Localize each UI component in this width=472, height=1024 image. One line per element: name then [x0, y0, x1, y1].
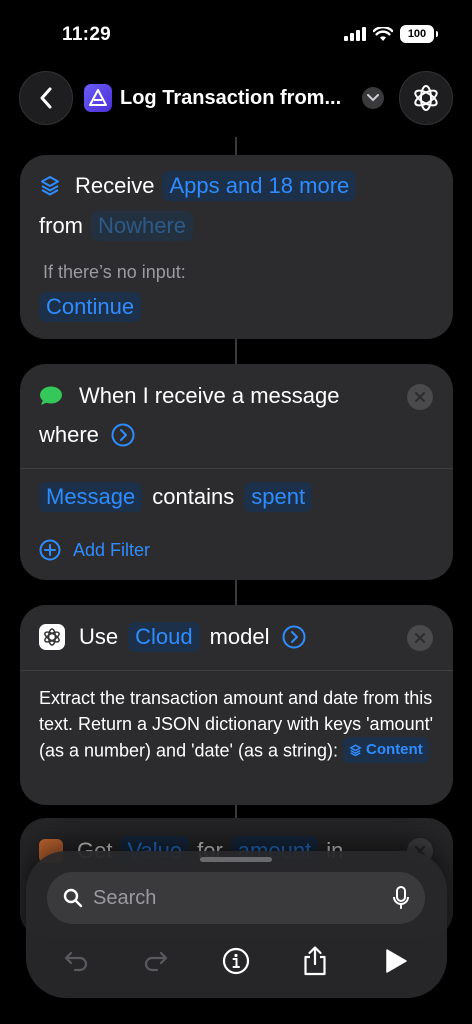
search-input[interactable] — [93, 886, 393, 910]
nav-bar: Log Transaction from... — [0, 70, 472, 126]
info-button[interactable] — [216, 941, 256, 981]
shortcut-title: Log Transaction from... — [120, 86, 342, 109]
shortcut-app-icon — [84, 84, 112, 112]
status-time: 11:29 — [62, 24, 112, 45]
info-icon — [222, 947, 250, 975]
apple-intelligence-icon — [414, 85, 438, 111]
chevron-right-circle-icon[interactable] — [282, 625, 306, 649]
status-bar: 11:29 100 — [0, 0, 472, 60]
prompt-text-field[interactable]: Extract the transaction amount and date … — [39, 685, 434, 764]
search-bar[interactable] — [47, 872, 425, 924]
microphone-icon[interactable] — [393, 886, 409, 910]
close-icon — [415, 633, 425, 643]
action-connector — [235, 580, 237, 605]
cellular-signal-icon — [344, 27, 366, 41]
remove-action-button[interactable] — [407, 384, 433, 410]
remove-action-button[interactable] — [407, 625, 433, 651]
battery-icon: 100 — [400, 25, 438, 43]
sheet-grabber[interactable] — [200, 857, 272, 862]
action-connector — [235, 137, 237, 155]
title-menu-chevron[interactable] — [362, 87, 384, 109]
status-indicators: 100 — [344, 25, 438, 43]
back-button[interactable] — [19, 71, 73, 125]
where-row: where — [39, 422, 135, 448]
no-input-action-token[interactable]: Continue — [39, 292, 142, 322]
input-source-token[interactable]: Nowhere — [91, 211, 194, 241]
content-token-label: Content — [366, 741, 423, 758]
play-icon — [386, 949, 407, 973]
undo-button[interactable] — [56, 941, 96, 981]
content-variable-token[interactable]: Content — [343, 737, 429, 763]
add-filter-button[interactable]: Add Filter — [39, 539, 150, 561]
chevron-right-circle-icon[interactable] — [111, 423, 135, 447]
receive-label: Receive — [75, 173, 155, 198]
message-filter-card: When I receive a message where Message c… — [20, 364, 453, 580]
card-divider — [20, 670, 453, 671]
apple-intelligence-icon — [44, 628, 60, 646]
shortcut-glyph-icon — [89, 89, 107, 106]
filter-operator[interactable]: contains — [152, 484, 234, 510]
filter-row: Message contains spent — [35, 482, 316, 512]
search-icon — [63, 888, 83, 908]
shortcuts-stack-icon — [349, 743, 362, 756]
trigger-text: When I receive a message — [79, 383, 340, 408]
redo-icon — [144, 951, 168, 972]
chevron-down-icon — [367, 94, 379, 102]
filter-field-token[interactable]: Message — [39, 482, 143, 512]
share-button[interactable] — [295, 941, 335, 981]
chevron-left-icon — [40, 87, 52, 109]
close-icon — [415, 392, 425, 402]
trigger-row: When I receive a message — [39, 383, 339, 409]
share-icon — [304, 946, 326, 976]
action-connector — [235, 339, 237, 364]
use-model-card: Use Cloud model Extract the transaction … — [20, 605, 453, 805]
receive-row: Receive Apps and 18 more — [39, 171, 360, 201]
model-token[interactable]: Cloud — [128, 622, 200, 652]
run-button[interactable] — [376, 941, 416, 981]
shortcut-title-button[interactable]: Log Transaction from... — [84, 84, 341, 112]
plus-circle-icon — [39, 539, 61, 561]
card-divider — [20, 468, 453, 469]
from-label: from — [39, 213, 83, 238]
add-filter-label: Add Filter — [73, 539, 151, 560]
wifi-icon — [373, 26, 393, 41]
shortcut-settings-button[interactable] — [399, 71, 453, 125]
model-label: model — [209, 624, 270, 649]
redo-button[interactable] — [136, 941, 176, 981]
shortcuts-stack-icon — [41, 176, 59, 196]
use-label: Use — [79, 624, 119, 649]
where-label: where — [39, 422, 99, 447]
from-row: from Nowhere — [39, 211, 197, 241]
messages-bubble-icon — [40, 386, 62, 405]
no-input-row: Continue — [39, 292, 145, 322]
apple-intelligence-app-icon — [39, 624, 65, 650]
filter-value-token[interactable]: spent — [244, 482, 313, 512]
action-connector — [235, 805, 237, 818]
use-model-row: Use Cloud model — [39, 622, 306, 652]
receive-input-card: Receive Apps and 18 more from Nowhere If… — [20, 155, 453, 339]
undo-icon — [64, 951, 88, 972]
no-input-label: If there’s no input: — [43, 262, 186, 282]
input-types-token[interactable]: Apps and 18 more — [162, 171, 357, 201]
bottom-toolbar — [26, 851, 447, 998]
battery-level: 100 — [407, 28, 427, 40]
